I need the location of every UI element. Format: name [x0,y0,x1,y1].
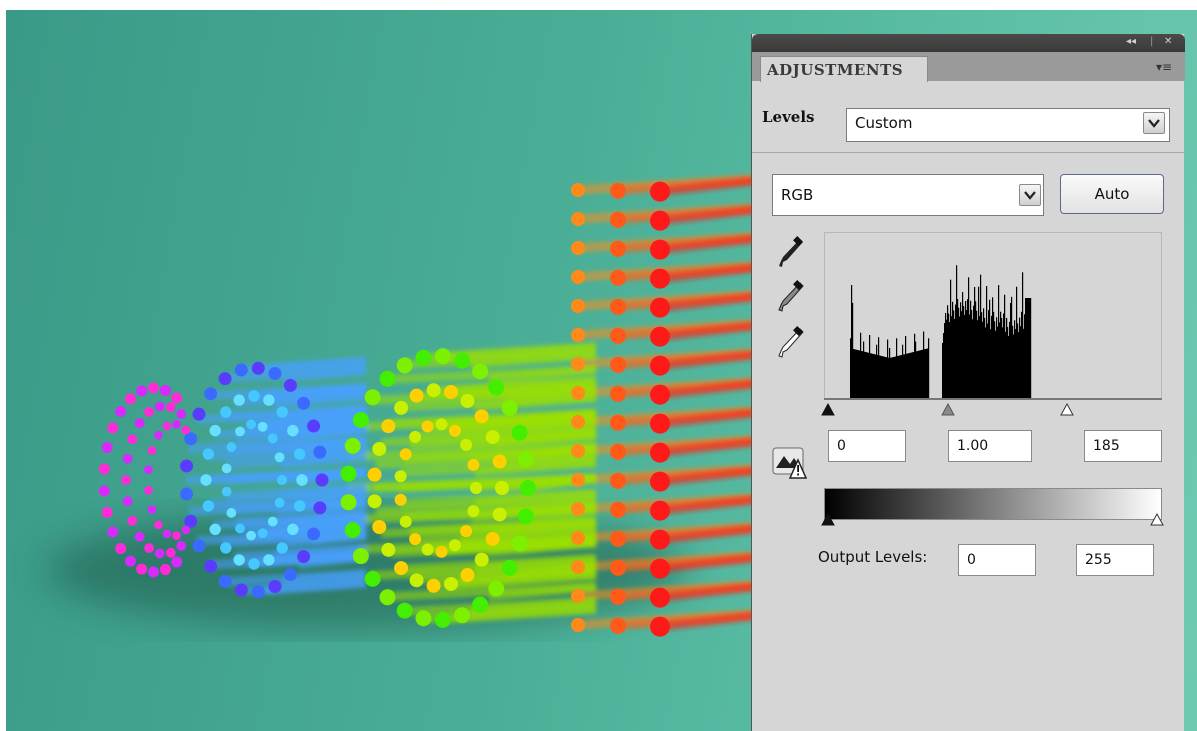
eyedropper-black-icon[interactable] [778,236,804,276]
input-slider-track [821,402,1074,416]
chevron-down-icon[interactable] [1019,184,1041,206]
histogram [850,265,1032,398]
levels-label: Levels [762,108,815,126]
output-black-slider[interactable] [821,512,835,526]
panel-title-bar[interactable]: ◂◂ | ✕ [752,34,1185,52]
bar-separator: | [1150,36,1154,47]
output-slider-track [821,512,1164,526]
output-white-field[interactable]: 255 [1076,544,1154,576]
histogram-baseline [824,398,1162,400]
channel-dropdown[interactable]: RGB [772,174,1044,216]
preset-value: Custom [855,114,913,132]
eyedropper-gray-icon[interactable] [778,280,804,320]
input-black-slider[interactable] [821,402,835,416]
panel-divider [752,152,1185,153]
eyedropper-white-icon[interactable] [778,326,804,366]
collapse-icon[interactable]: ◂◂ [1126,36,1136,47]
output-white-slider[interactable] [1150,512,1164,526]
adjustments-panel: ◂◂ | ✕ ADJUSTMENTS ▾≡ Levels Custom RGB … [751,34,1185,731]
tab-adjustments[interactable]: ADJUSTMENTS [760,56,928,82]
close-icon[interactable]: ✕ [1164,36,1172,47]
output-black-field[interactable]: 0 [958,544,1036,576]
preset-dropdown[interactable]: Custom [846,108,1170,142]
chevron-down-icon[interactable] [1143,112,1165,134]
cool-dotted-text-artwork [46,173,766,637]
channel-value: RGB [781,186,814,204]
clipping-warning-icon[interactable] [772,446,812,484]
input-white-field[interactable]: 185 [1084,430,1162,462]
input-black-field[interactable]: 0 [828,430,906,462]
output-levels-label: Output Levels: [818,548,928,566]
input-white-slider[interactable] [1060,402,1074,416]
input-gamma-slider[interactable] [941,402,955,416]
panel-menu-icon[interactable]: ▾≡ [1156,60,1172,74]
input-gamma-field[interactable]: 1.00 [948,430,1032,462]
auto-button[interactable]: Auto [1060,174,1164,214]
